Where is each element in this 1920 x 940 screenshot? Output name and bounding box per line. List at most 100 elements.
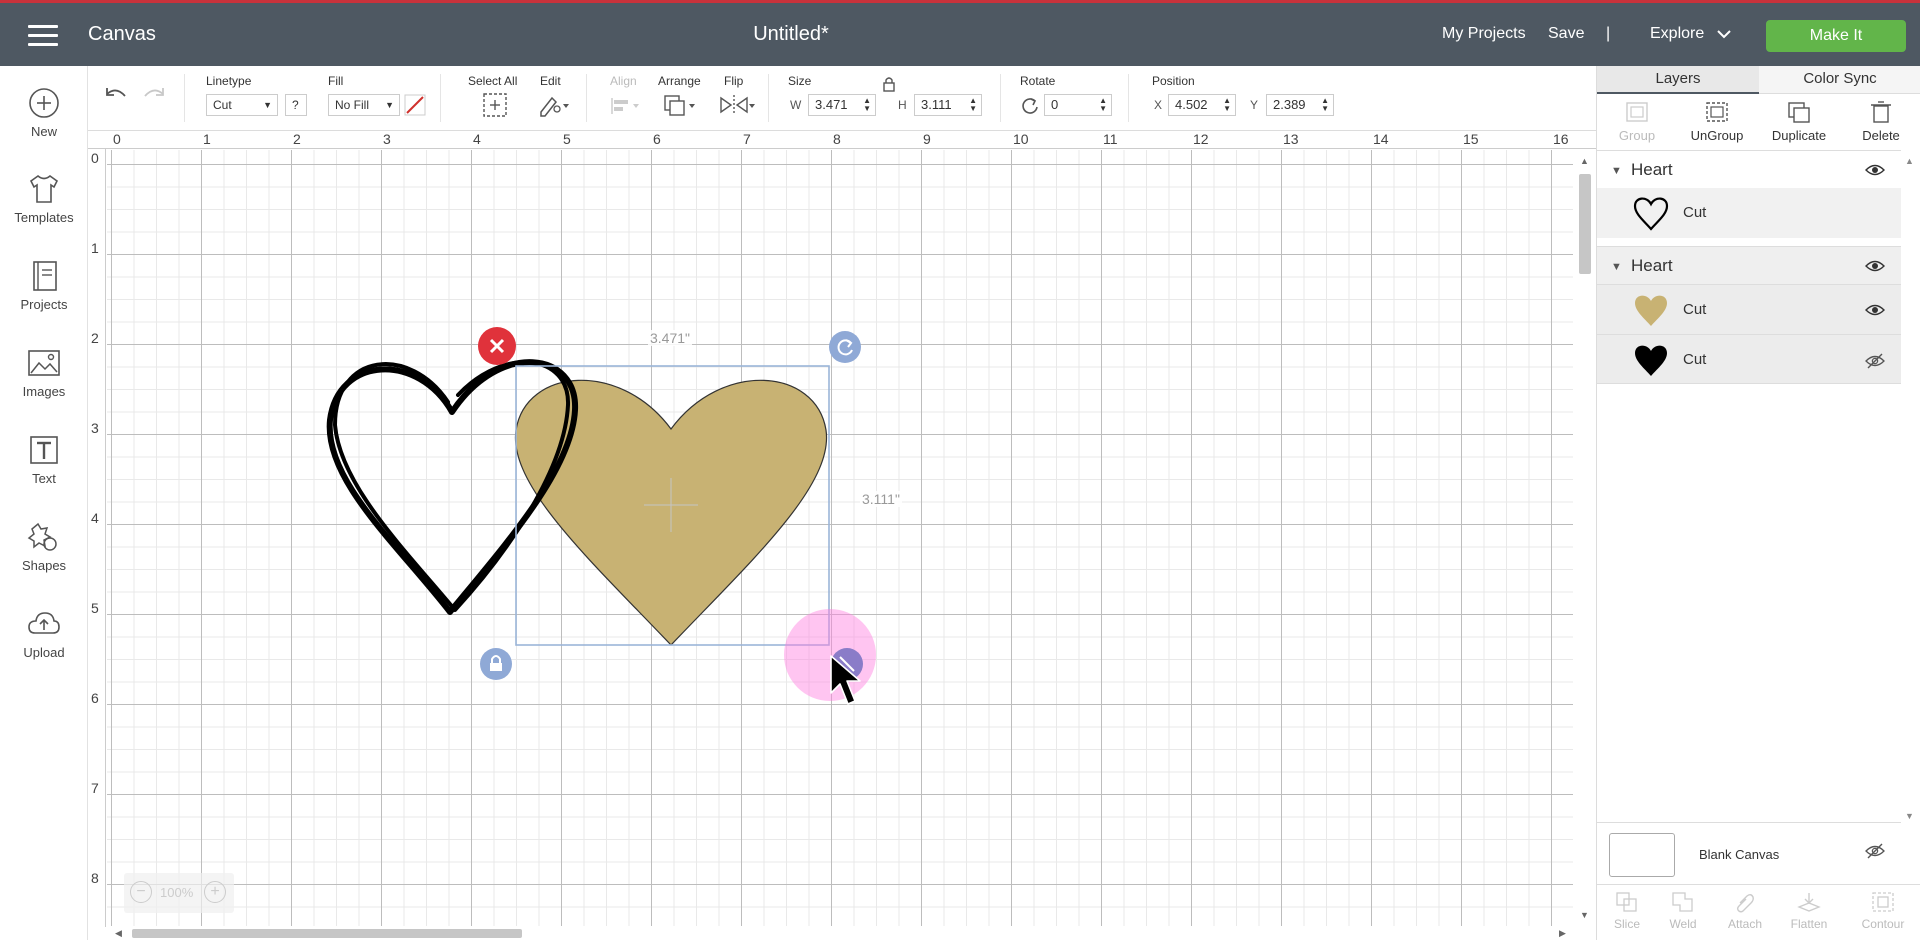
zoom-out-button[interactable]: − [130,881,152,903]
duplicate-button[interactable]: Duplicate [1759,100,1839,143]
horizontal-scrollbar[interactable]: ◀ ▶ [107,926,1573,940]
spinner-icon[interactable]: ▲ ▼ [1099,97,1107,113]
attach-button[interactable]: Attach [1715,891,1775,931]
rotate-value: 0 [1051,97,1059,112]
select-all-icon[interactable] [482,92,508,118]
eye-visible-icon[interactable] [1865,303,1885,317]
layer-row[interactable]: Cut [1597,284,1901,334]
y-value: 2.389 [1273,97,1306,112]
nav-shapes-label: Shapes [21,558,67,573]
slice-button[interactable]: Slice [1597,891,1657,931]
ruler-v-label: 8 [91,870,99,886]
ruler-h-label: 2 [293,131,301,147]
spinner-icon[interactable]: ▲ ▼ [1321,97,1329,113]
ruler-v-label: 0 [91,150,99,166]
notebook-icon [33,261,57,291]
width-input[interactable]: 3.471 ▲ ▼ [808,94,876,116]
delete-button[interactable]: Delete [1841,100,1920,143]
spinner-icon[interactable]: ▲ ▼ [1223,97,1231,113]
explore-dropdown[interactable]: Explore [1650,25,1731,43]
contour-label: Contour [1861,917,1905,931]
horizontal-scroll-thumb[interactable] [132,929,522,938]
edit-tools-icon[interactable] [538,92,572,118]
layer-row[interactable]: Cut [1597,188,1901,238]
flip-label: Flip [724,74,744,88]
layer-group-name: Heart [1631,160,1673,179]
document-title: Untitled* [753,23,829,45]
align-icon[interactable] [608,94,642,118]
layer-name: Cut [1683,301,1707,318]
spinner-icon[interactable]: ▲ ▼ [863,97,871,113]
nav-projects-label: Projects [20,297,68,312]
ungroup-icon [1706,102,1728,122]
horizontal-ruler: 0 1 2 3 4 5 6 7 8 9 10 11 12 13 14 15 16 [88,131,1596,149]
panel-scroll-up-icon[interactable]: ▲ [1905,156,1914,166]
nav-templates[interactable]: Templates [0,172,88,252]
y-position-input[interactable]: 2.389 ▲ ▼ [1266,94,1334,116]
nav-new[interactable]: New [0,86,88,166]
ruler-v-label: 5 [91,600,99,616]
eye-visible-icon[interactable] [1865,163,1885,177]
design-canvas[interactable] [107,150,1573,926]
ruler-h-label: 3 [383,131,391,147]
outline-heart-thumbnail-icon [1633,197,1669,231]
contour-button[interactable]: Contour [1853,891,1913,931]
layer-row[interactable]: Cut [1597,334,1901,384]
scroll-down-arrow-icon[interactable]: ▼ [1580,910,1589,920]
spinner-icon[interactable]: ▲ ▼ [969,97,977,113]
ruler-h-label: 15 [1463,131,1479,147]
nav-projects[interactable]: Projects [0,259,88,339]
height-input[interactable]: 3.111 ▲ ▼ [914,94,982,116]
vertical-scroll-thumb[interactable] [1579,174,1591,274]
panel-scroll-down-icon[interactable]: ▼ [1905,811,1914,821]
group-button[interactable]: Group [1597,100,1677,143]
linetype-select[interactable]: Cut ▼ [206,94,278,116]
nav-images[interactable]: Images [0,346,88,426]
canvas-color-swatch[interactable] [1609,833,1675,877]
tab-layers[interactable]: Layers [1597,66,1759,94]
fill-select[interactable]: No Fill ▼ [328,94,400,116]
fill-color-swatch-icon[interactable] [404,94,426,116]
nav-text[interactable]: Text [0,433,88,513]
x-label: X [1154,98,1163,112]
nav-shapes[interactable]: Shapes [0,520,88,600]
vertical-scrollbar[interactable]: ▲ ▼ [1573,150,1596,926]
redo-icon[interactable] [142,84,168,106]
weld-button[interactable]: Weld [1653,891,1713,931]
scroll-left-arrow-icon[interactable]: ◀ [115,928,122,939]
x-position-input[interactable]: 4.502 ▲ ▼ [1168,94,1236,116]
flatten-button[interactable]: Flatten [1779,891,1839,931]
shapes-icon [27,522,57,551]
image-icon [28,350,60,376]
eye-hidden-icon[interactable] [1865,353,1885,369]
nav-upload[interactable]: Upload [0,607,88,687]
rotate-input[interactable]: 0 ▲ ▼ [1044,94,1112,116]
ungroup-button[interactable]: UnGroup [1677,100,1757,143]
layer-group-heart[interactable]: ▼ Heart [1597,150,1901,188]
scroll-right-arrow-icon[interactable]: ▶ [1559,928,1566,939]
my-projects-link[interactable]: My Projects [1442,25,1526,43]
flip-icon[interactable] [718,92,756,118]
eye-hidden-icon[interactable] [1865,843,1885,859]
layer-group-heart[interactable]: ▼ Heart [1597,246,1901,284]
collapse-triangle-icon[interactable]: ▼ [1611,165,1622,177]
undo-icon[interactable] [102,84,128,106]
nav-upload-label: Upload [23,645,65,660]
tab-color-sync[interactable]: Color Sync [1759,66,1920,94]
make-it-button[interactable]: Make It [1766,20,1906,52]
size-label: Size [788,74,812,88]
zoom-in-button[interactable]: + [204,881,226,903]
collapse-triangle-icon[interactable]: ▼ [1611,261,1622,273]
ruler-h-label: 0 [113,131,121,147]
size-lock-icon[interactable] [882,76,896,92]
eye-visible-icon[interactable] [1865,259,1885,273]
scroll-up-arrow-icon[interactable]: ▲ [1580,156,1589,166]
layer-group-name: Heart [1631,256,1673,275]
blank-canvas-row[interactable]: Blank Canvas [1597,822,1901,882]
attach-label: Attach [1727,917,1763,931]
arrange-icon[interactable] [662,92,698,118]
edit-label: Edit [540,74,561,88]
linetype-help-button[interactable]: ? [285,94,307,116]
save-link[interactable]: Save [1548,25,1584,43]
duplicate-label: Duplicate [1771,128,1827,143]
